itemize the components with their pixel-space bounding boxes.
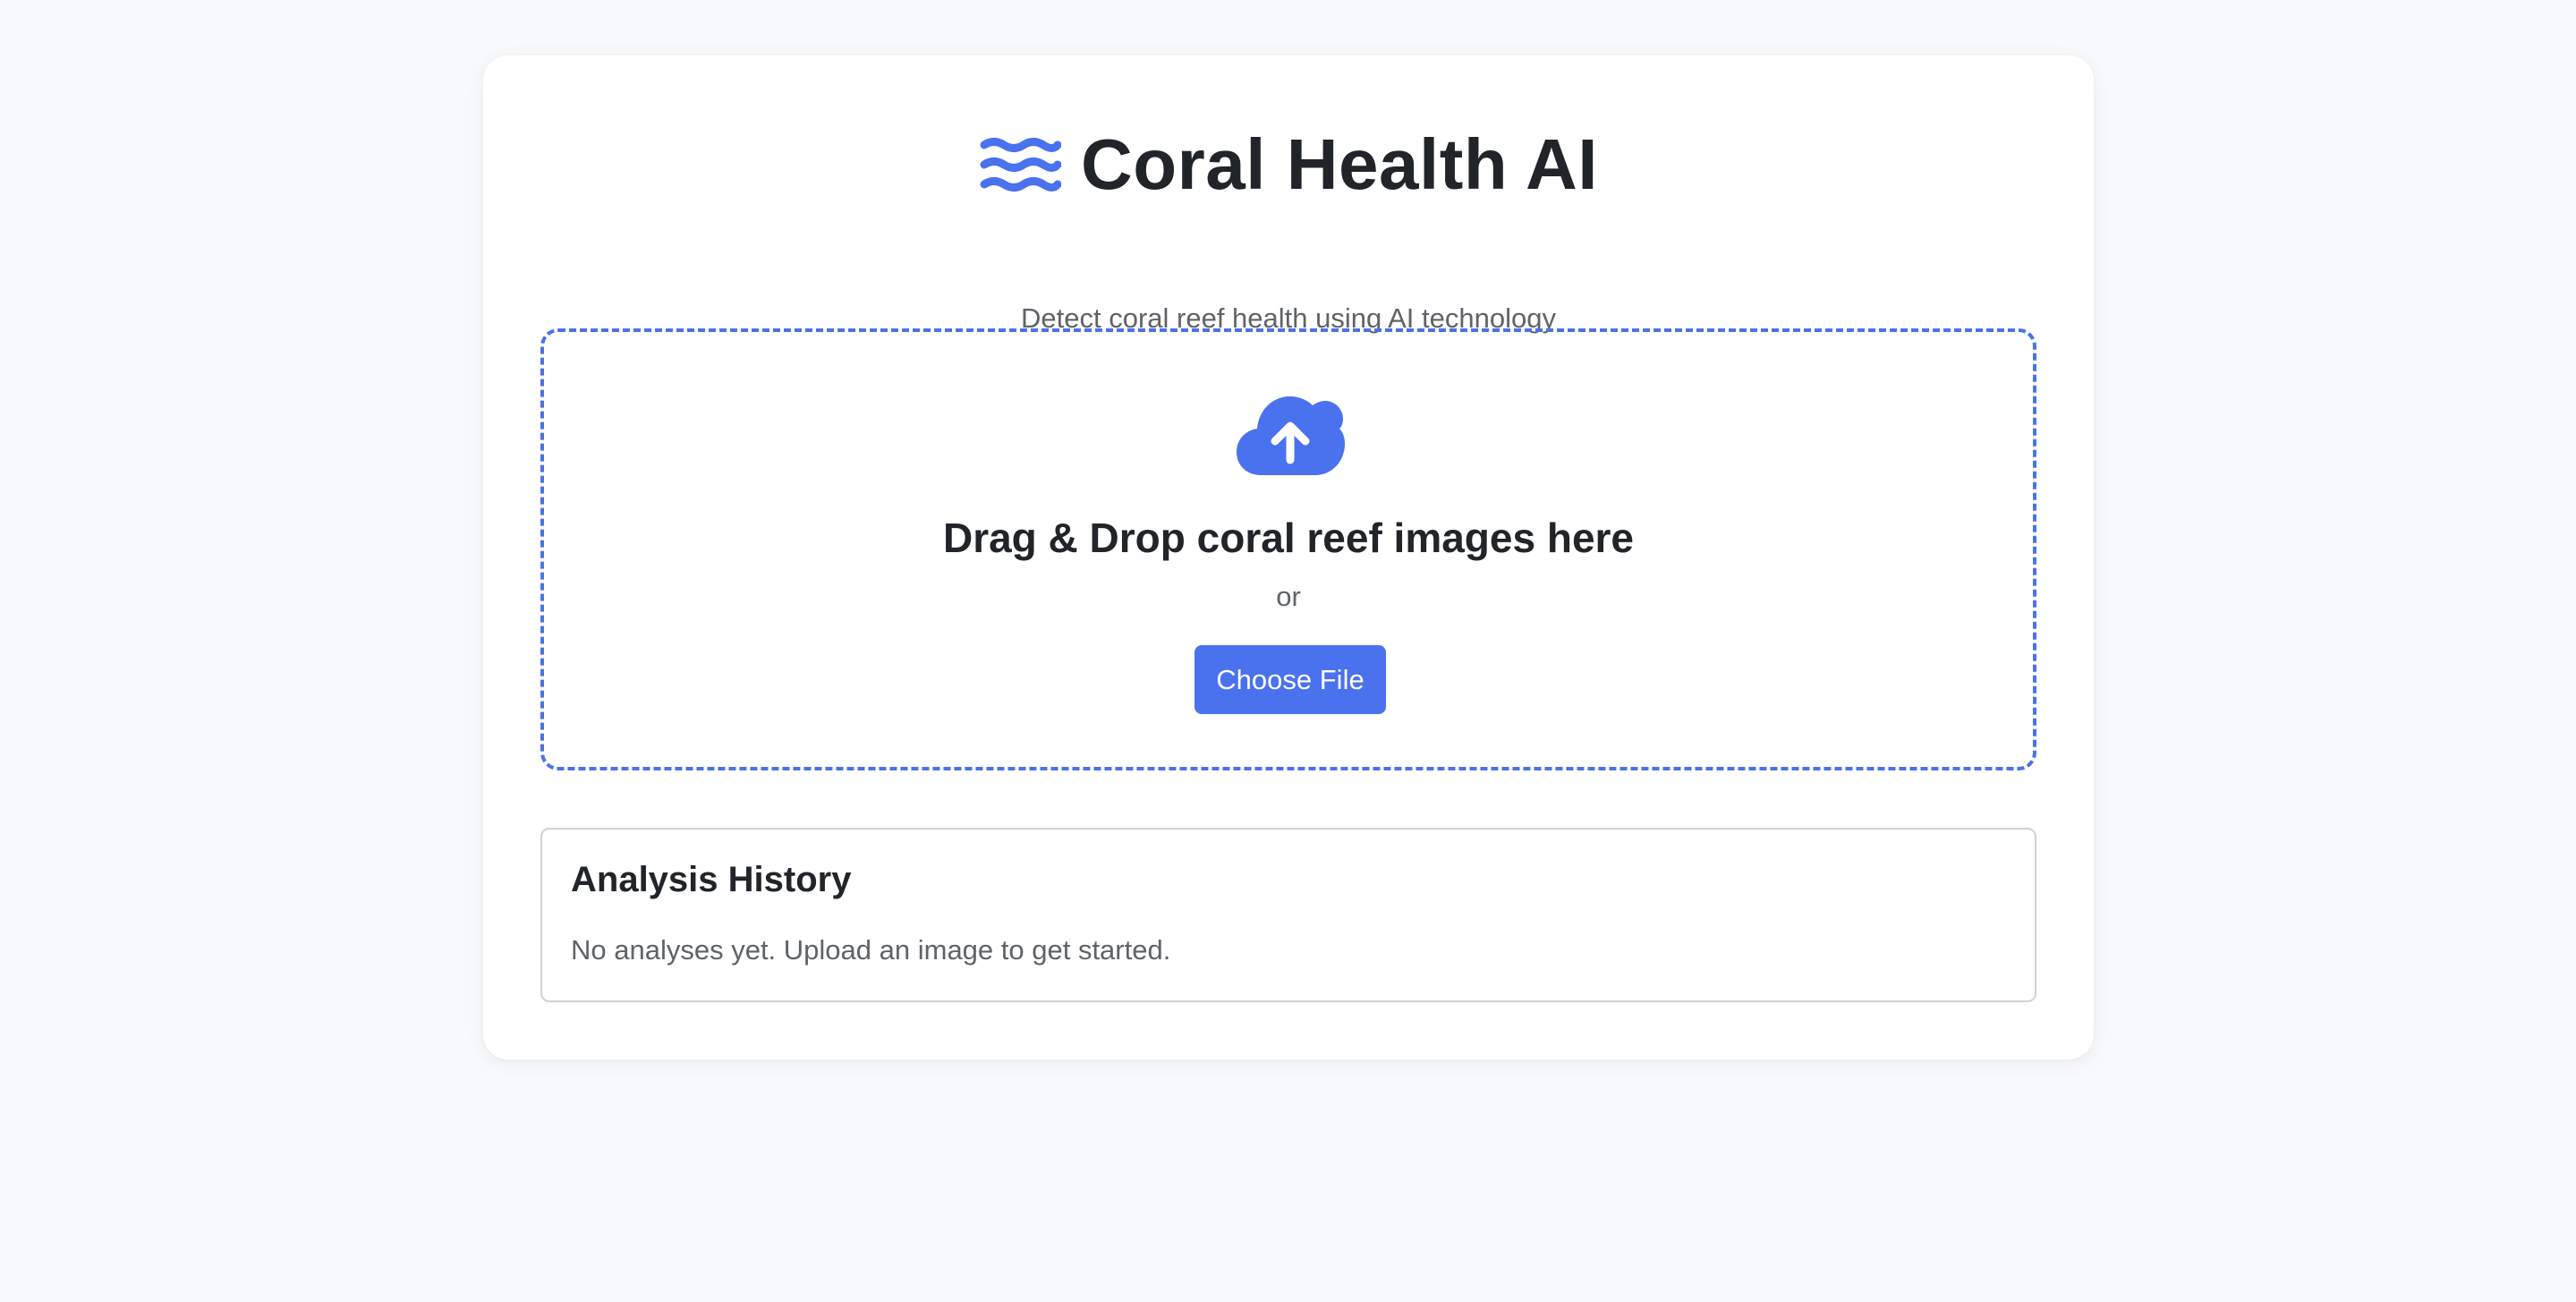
- history-empty-message: No analyses yet. Upload an image to get …: [571, 934, 1171, 966]
- history-title: Analysis History: [571, 860, 852, 899]
- or-separator: or: [1276, 581, 1301, 612]
- choose-file-button[interactable]: Choose File: [1194, 645, 1386, 714]
- water-waves-icon: [980, 138, 1062, 191]
- page-title: Coral Health AI: [1081, 124, 1598, 204]
- upload-dropzone[interactable]: Drag & Drop coral reef images here or Ch…: [540, 328, 2036, 770]
- cloud-upload-icon: [1237, 396, 1345, 475]
- app-header: Coral Health AI: [483, 120, 2094, 209]
- analysis-history-panel: Analysis History No analyses yet. Upload…: [540, 828, 2036, 1002]
- main-card: Coral Health AI Detect coral reef health…: [483, 55, 2094, 1059]
- dropzone-title: Drag & Drop coral reef images here: [942, 515, 1635, 561]
